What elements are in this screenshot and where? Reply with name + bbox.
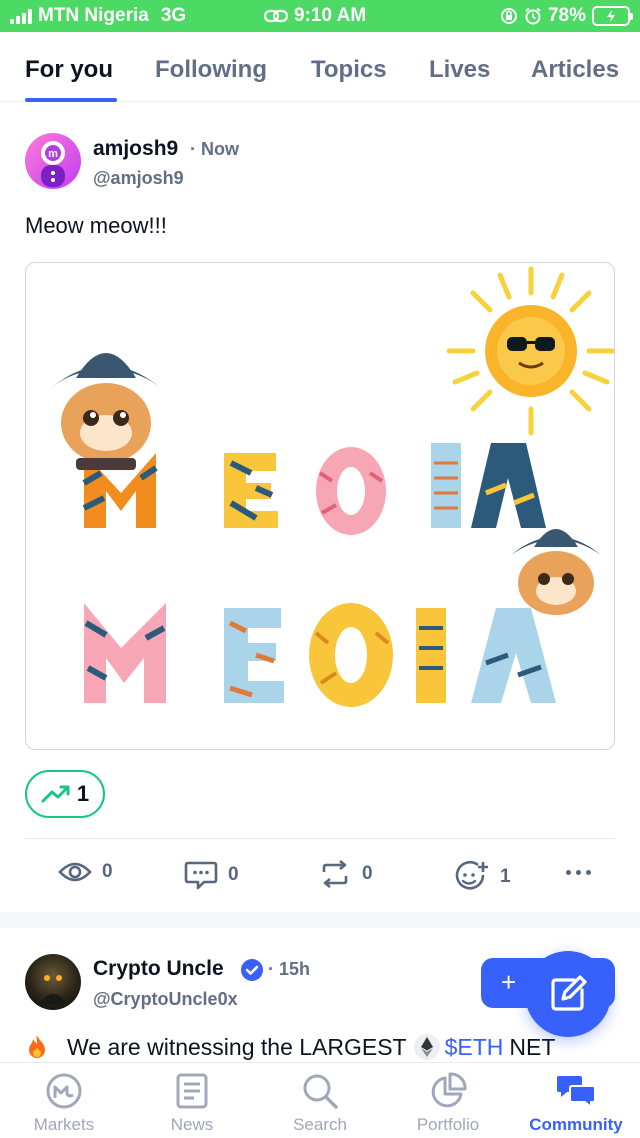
tab-for-you[interactable]: For you: [25, 56, 113, 84]
avatar[interactable]: m: [25, 133, 81, 189]
link-icon: [264, 9, 288, 23]
nav-label: Portfolio: [416, 1115, 480, 1134]
nav-portfolio[interactable]: Portfolio: [384, 1071, 512, 1135]
bottom-navigation: Markets News Search Portfolio Community: [0, 1062, 640, 1138]
compose-icon: [551, 975, 587, 1011]
sun-illustration: [446, 266, 614, 436]
alarm-icon: [525, 7, 541, 25]
nav-markets[interactable]: Markets: [0, 1071, 128, 1135]
post-time: · 15h: [268, 959, 311, 979]
carrier-name: MTN Nigeria: [38, 5, 149, 26]
post-author[interactable]: amjosh9: [93, 137, 178, 161]
status-right: 78%: [500, 5, 633, 27]
eye-icon: [58, 862, 92, 882]
post-time: · Now: [190, 139, 239, 159]
post-image[interactable]: [25, 262, 615, 750]
eth-ticker-link[interactable]: $ETH: [445, 1034, 504, 1061]
bullish-count: 1: [76, 781, 90, 806]
nav-label: Search: [293, 1115, 347, 1134]
post-separator: [0, 912, 640, 928]
bullish-vote-button[interactable]: 1: [25, 770, 105, 818]
rotation-lock-icon: [500, 8, 517, 24]
signal-icon: [10, 8, 32, 24]
post-text: We are witnessing the LARGEST $ETH NET: [25, 1033, 555, 1061]
repost-icon: [322, 860, 348, 888]
reposts-count: 0: [362, 863, 373, 884]
more-options-icon[interactable]: [566, 870, 591, 875]
nav-label: Markets: [33, 1115, 95, 1134]
comment-button[interactable]: 0: [184, 860, 239, 890]
trending-up-icon: [41, 785, 70, 803]
nav-news[interactable]: News: [128, 1071, 256, 1135]
feed-tabs: For you Following Topics Lives Articles: [0, 32, 640, 102]
reactions-count: 1: [500, 866, 511, 887]
post-text: Meow meow!!!: [25, 213, 167, 238]
cat-with-hat-left: [51, 353, 161, 470]
nav-label: News: [170, 1115, 214, 1134]
meow-letters-bottom: [84, 603, 556, 707]
svg-text:m: m: [48, 148, 58, 160]
portfolio-icon: [428, 1071, 468, 1111]
status-bar: MTN Nigeria 3G 9:10 AM 78%: [0, 0, 640, 32]
post-text-end: NET: [509, 1033, 556, 1060]
compose-post-button[interactable]: [525, 951, 611, 1037]
comments-count: 0: [228, 864, 239, 885]
markets-icon: [44, 1071, 84, 1111]
views-stat: 0: [58, 860, 113, 884]
cat-with-hat-right: [511, 529, 601, 615]
ethereum-icon: [413, 1034, 440, 1060]
battery-percent: 78%: [547, 5, 586, 26]
plus-icon: +: [501, 967, 517, 997]
post-text-start: We are witnessing the LARGEST: [67, 1033, 407, 1060]
nav-label: Community: [529, 1115, 623, 1134]
views-count: 0: [102, 861, 113, 882]
tab-topics[interactable]: Topics: [311, 56, 387, 84]
reaction-button[interactable]: 1: [454, 860, 511, 894]
add-reaction-icon: [455, 860, 488, 890]
post-author[interactable]: Crypto Uncle: [93, 957, 224, 981]
status-center: 9:10 AM: [264, 5, 366, 27]
tab-following[interactable]: Following: [155, 56, 267, 84]
battery-icon: [592, 6, 633, 26]
comment-icon: [184, 861, 218, 890]
search-icon: [300, 1071, 340, 1111]
network-type: 3G: [160, 5, 187, 26]
divider: [25, 838, 615, 839]
active-tab-indicator: [25, 98, 117, 102]
status-left: MTN Nigeria 3G: [10, 5, 186, 27]
meow-meow-illustration: [51, 266, 614, 707]
post-handle[interactable]: @CryptoUncle0x: [93, 989, 238, 1010]
verified-badge-icon: [241, 959, 263, 981]
clock-time: 9:10 AM: [294, 5, 367, 26]
tab-lives[interactable]: Lives: [429, 56, 490, 84]
repost-button[interactable]: 0: [318, 860, 373, 888]
nav-search[interactable]: Search: [256, 1071, 384, 1135]
nav-community[interactable]: Community: [512, 1071, 640, 1135]
news-icon: [172, 1071, 212, 1111]
community-icon: [556, 1071, 596, 1111]
avatar[interactable]: [25, 954, 81, 1010]
tab-articles[interactable]: Articles: [531, 56, 619, 84]
meow-letters-top: [82, 443, 546, 535]
page: MTN Nigeria 3G 9:10 AM 78% For you Follo…: [0, 0, 640, 1138]
post-handle[interactable]: @amjosh9: [93, 168, 184, 189]
fire-icon: [29, 1035, 45, 1058]
